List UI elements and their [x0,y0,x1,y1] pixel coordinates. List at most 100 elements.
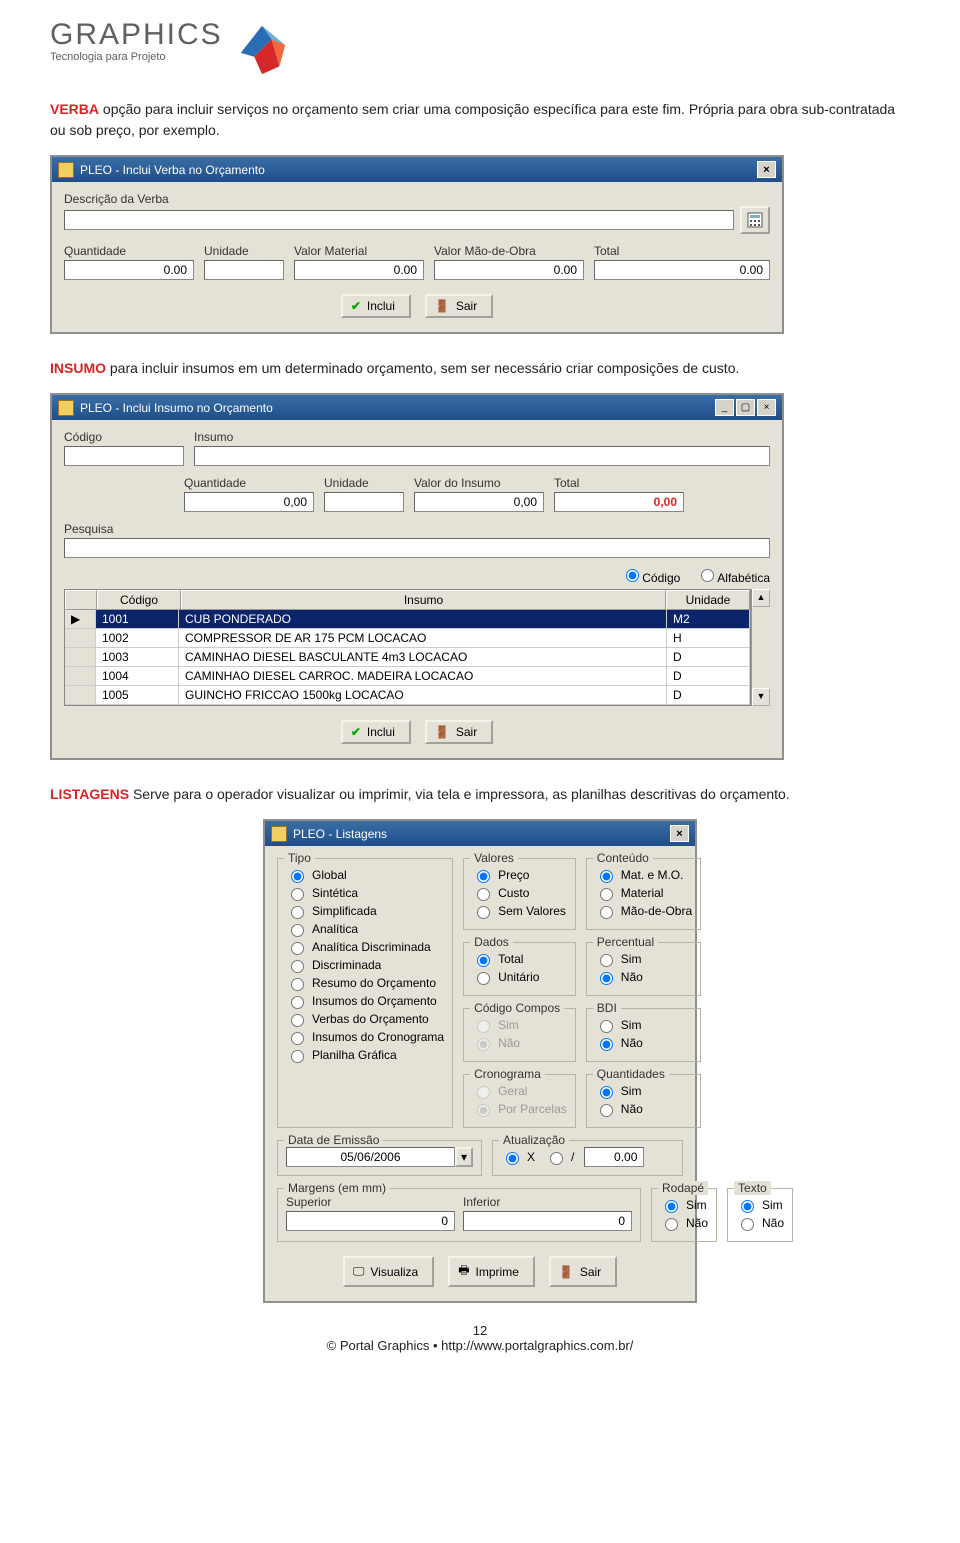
sair-label: Sair [456,299,477,313]
radio-option[interactable]: Mat. e M.O. [595,867,692,883]
radio-option[interactable]: Preço [472,867,567,883]
radio-codigo[interactable]: Código [621,566,680,585]
valor-insumo-input[interactable] [414,492,544,512]
table-row[interactable]: ▶1001CUB PONDERADOM2 [65,610,750,629]
data-emissao-input[interactable] [286,1147,455,1167]
sair-label: Sair [580,1265,601,1279]
scroll-up-icon[interactable]: ▲ [752,589,770,607]
radio-codigo-label: Código [642,571,680,585]
col-codigo[interactable]: Código [97,590,181,610]
radio-option[interactable]: Material [595,885,692,901]
radio-option[interactable]: Sim [595,1083,692,1099]
maximize-icon[interactable]: ▢ [736,399,755,416]
close-icon[interactable]: × [757,399,776,416]
valor-mao-obra-input[interactable] [434,260,584,280]
label-pesquisa: Pesquisa [64,522,770,536]
inclui-button[interactable]: ✔ Inclui [341,294,411,318]
imprime-button[interactable]: 🖶Imprime [448,1256,535,1287]
logo-title: GRAPHICS [50,20,223,50]
dialog-inclui-insumo: PLEO - Inclui Insumo no Orçamento _ ▢ × … [50,393,784,760]
radio-option[interactable]: Insumos do Cronograma [286,1029,444,1045]
label-insumo: Insumo [194,430,770,444]
valor-material-input[interactable] [294,260,424,280]
radio-option[interactable]: Insumos do Orçamento [286,993,444,1009]
radio-option[interactable]: Analítica Discriminada [286,939,444,955]
radio-option[interactable]: Não [595,1101,692,1117]
visualiza-label: Visualiza [370,1265,418,1279]
group-codigo-title: Código Compos [470,1001,564,1015]
sair-button[interactable]: 🚪Sair [549,1256,617,1287]
radio-option[interactable]: Verbas do Orçamento [286,1011,444,1027]
radio-option[interactable]: Não [736,1215,784,1231]
descricao-verba-input[interactable] [64,210,734,230]
table-row[interactable]: 1004CAMINHAO DIESEL CARROC. MADEIRA LOCA… [65,667,750,686]
quantidade-input[interactable] [64,260,194,280]
radio-option[interactable]: Simplificada [286,903,444,919]
unidade-input[interactable] [324,492,404,512]
radio-option[interactable]: Global [286,867,444,883]
insumo-input[interactable] [194,446,770,466]
dialog-listagens: PLEO - Listagens × Tipo GlobalSintéticaS… [263,819,697,1303]
margem-superior-input[interactable] [286,1211,455,1231]
label-vmo: Valor Mão-de-Obra [434,244,584,258]
codigo-input[interactable] [64,446,184,466]
group-crono-title: Cronograma [470,1067,545,1081]
minimize-icon[interactable]: _ [715,399,734,416]
radio-option[interactable]: Sim [595,951,692,967]
table-row[interactable]: 1005GUINCHO FRICCAO 1500kg LOCACAOD [65,686,750,705]
radio-alfabetica[interactable]: Alfabética [696,566,770,585]
radio-option[interactable]: Sim [736,1197,784,1213]
atualizacao-input[interactable] [584,1147,644,1167]
titlebar: PLEO - Inclui Verba no Orçamento × [52,157,782,182]
margem-inferior-input[interactable] [463,1211,632,1231]
unidade-input[interactable] [204,260,284,280]
inclui-label: Inclui [367,299,395,313]
close-icon[interactable]: × [670,825,689,842]
label-superior: Superior [286,1195,455,1209]
radio-option[interactable]: Resumo do Orçamento [286,975,444,991]
calculator-icon[interactable] [740,206,770,234]
radio-option[interactable]: Sem Valores [472,903,567,919]
table-row[interactable]: 1003CAMINHAO DIESEL BASCULANTE 4m3 LOCAC… [65,648,750,667]
radio-option[interactable]: Mão-de-Obra [595,903,692,919]
radio-atual-slash[interactable]: / [545,1149,574,1165]
sair-button[interactable]: 🚪Sair [425,294,493,318]
radio-option[interactable]: Total [472,951,567,967]
group-codigo-compos: Código ComposSimNão [463,1008,576,1062]
radio-option[interactable]: Sim [660,1197,708,1213]
group-valores-title: Valores [470,851,518,865]
radio-option[interactable]: Sintética [286,885,444,901]
radio-atual-x[interactable]: X [501,1149,535,1165]
check-icon: ✔ [351,299,361,313]
radio-atual-slash-label: / [571,1150,574,1164]
radio-option[interactable]: Planilha Gráfica [286,1047,444,1063]
logo-subtitle: Tecnologia para Projeto [50,52,223,63]
scroll-down-icon[interactable]: ▼ [752,688,770,706]
close-icon[interactable]: × [757,161,776,178]
term-listagens: LISTAGENS [50,786,129,802]
radio-option[interactable]: Discriminada [286,957,444,973]
radio-option[interactable]: Não [660,1215,708,1231]
inclui-button[interactable]: ✔Inclui [341,720,411,744]
col-insumo[interactable]: Insumo [181,590,666,610]
radio-option[interactable]: Analítica [286,921,444,937]
radio-option[interactable]: Não [595,969,692,985]
pesquisa-input[interactable] [64,538,770,558]
insumo-grid[interactable]: Código Insumo Unidade ▶1001CUB PONDERADO… [64,589,751,706]
group-atual-title: Atualização [499,1133,569,1147]
logo-mark-icon [233,20,291,81]
sair-button[interactable]: 🚪Sair [425,720,493,744]
visualiza-button[interactable]: 🖵Visualiza [343,1256,434,1287]
radio-option[interactable]: Sim [595,1017,692,1033]
radio-option[interactable]: Unitário [472,969,567,985]
date-dropdown-button[interactable]: ▾ [455,1147,473,1167]
grid-scrollbar[interactable]: ▲ ▼ [751,589,770,706]
table-row[interactable]: 1002COMPRESSOR DE AR 175 PCM LOCACAOH [65,629,750,648]
quantidade-input[interactable] [184,492,314,512]
radio-option[interactable]: Custo [472,885,567,901]
text-insumo: para incluir insumos em um determinado o… [106,360,739,376]
col-unidade[interactable]: Unidade [666,590,750,610]
radio-option[interactable]: Não [595,1035,692,1051]
text-verba: opção para incluir serviços no orçamento… [50,101,895,138]
group-texto-title: Texto [734,1181,771,1195]
